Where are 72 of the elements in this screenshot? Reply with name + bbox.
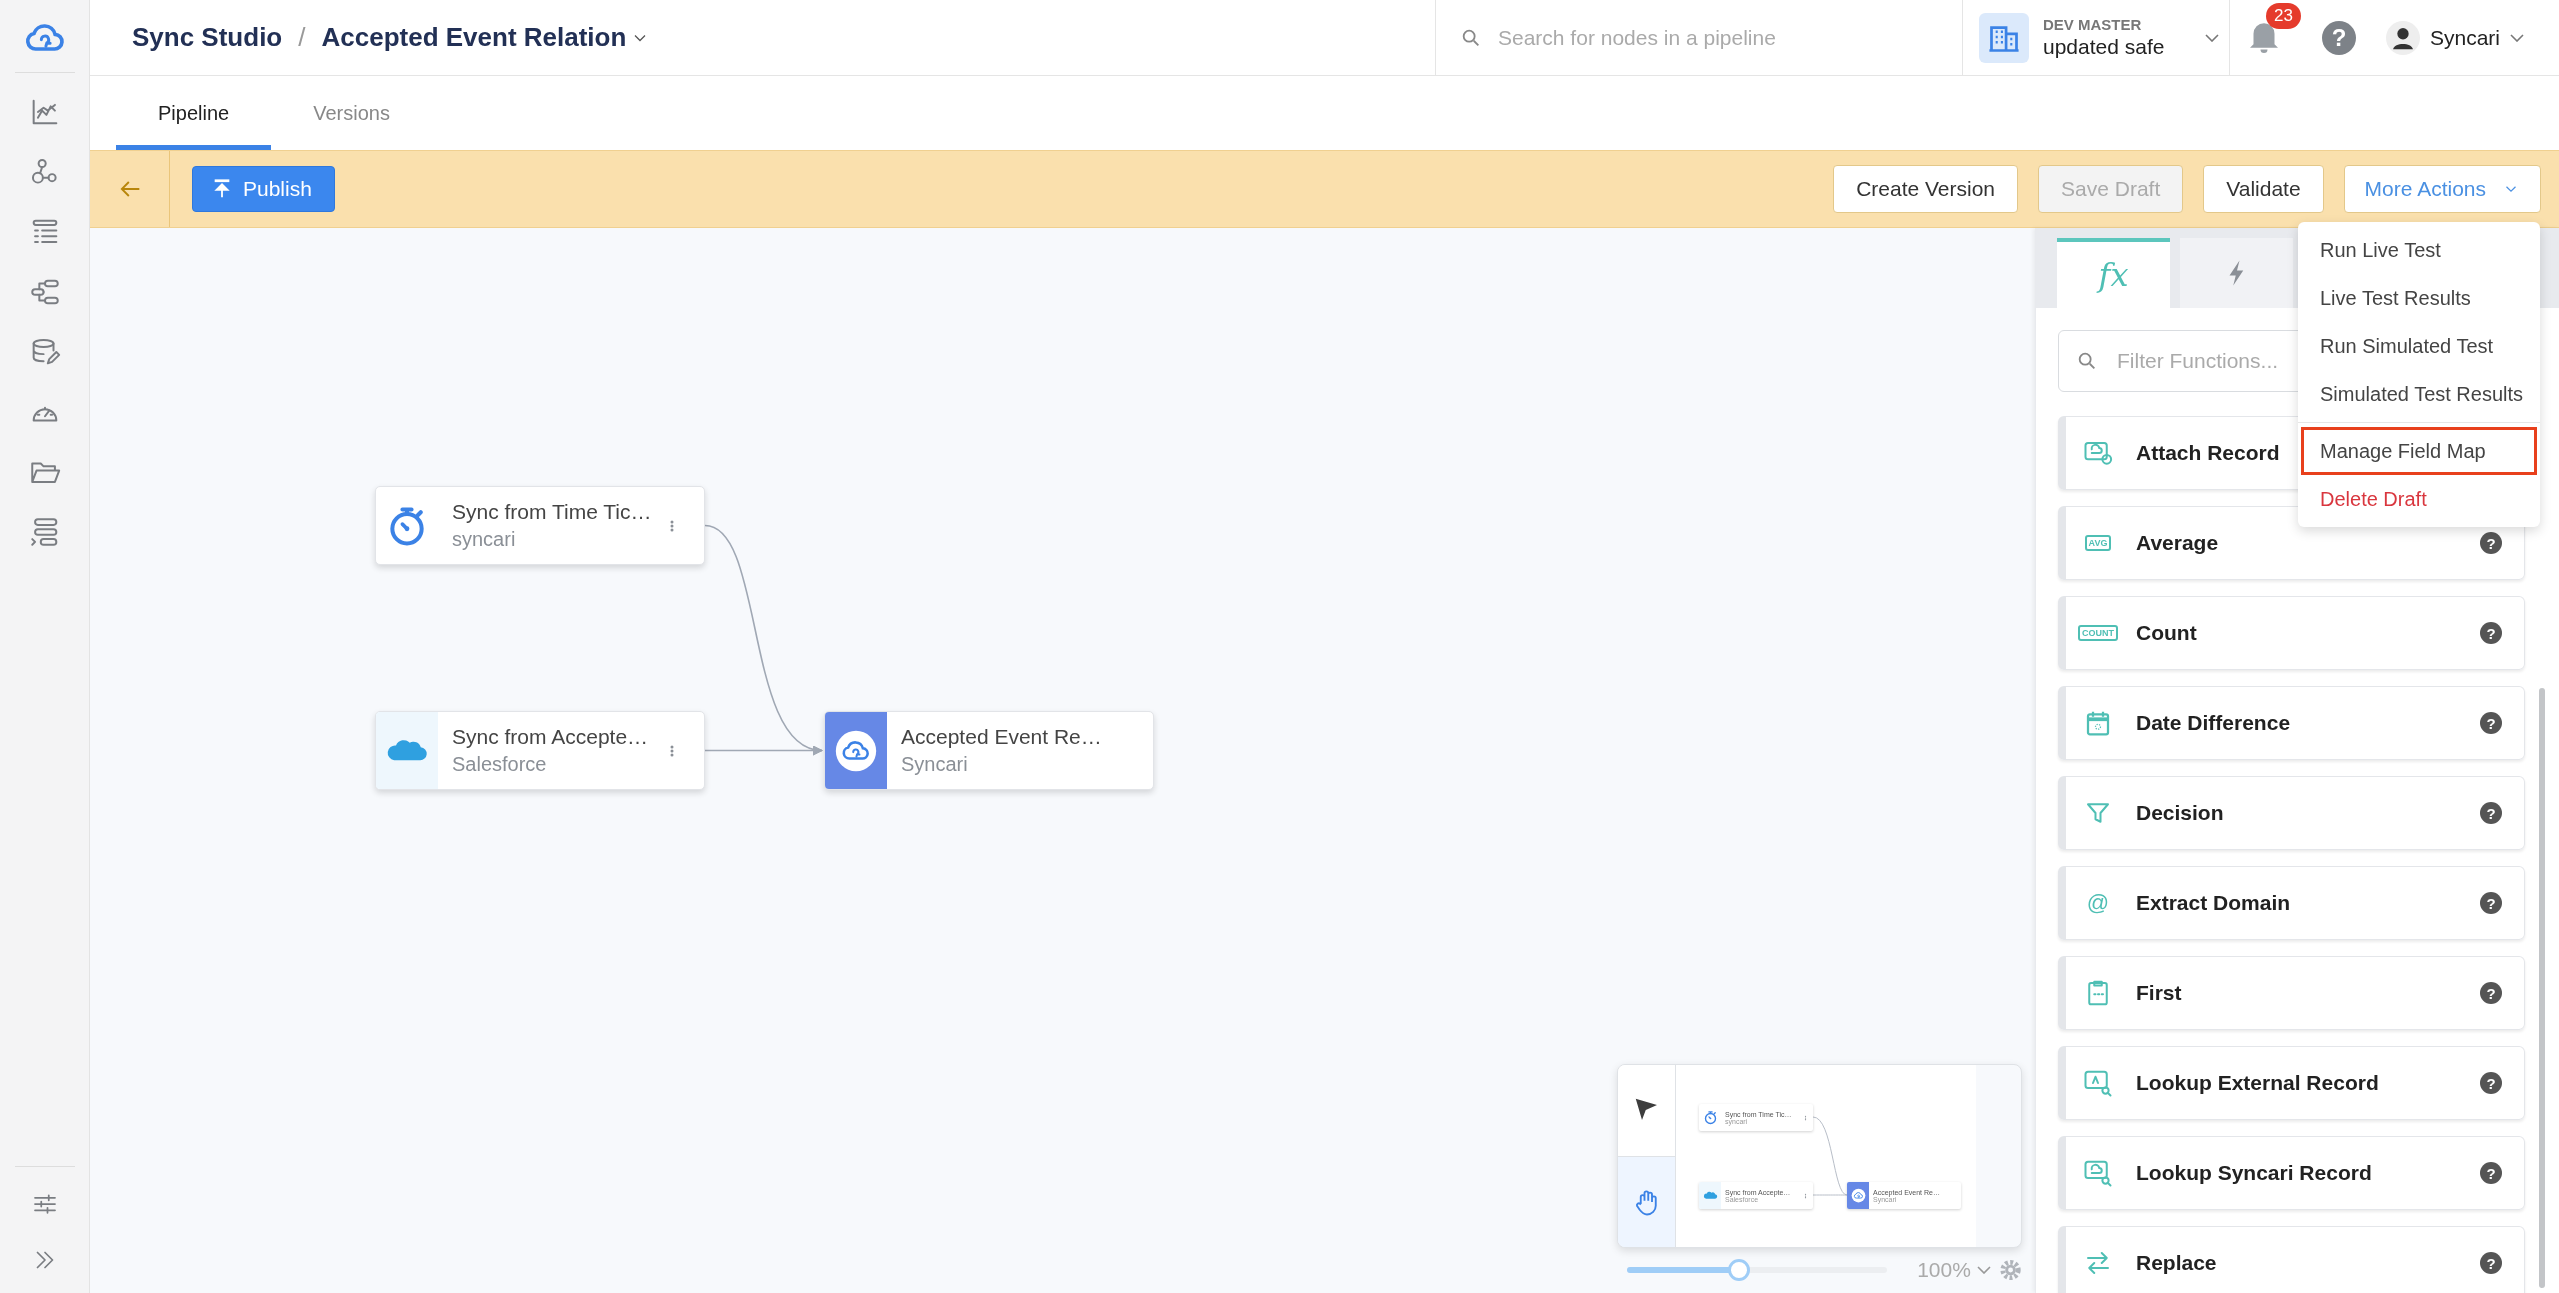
node-title: Sync from Time Tic… xyxy=(452,500,653,524)
workspace-label: DEV MASTER xyxy=(2043,16,2143,33)
help-button[interactable]: ? xyxy=(2480,892,2502,914)
function-item[interactable]: Lookup External Record ? xyxy=(2058,1046,2525,1120)
lookup-icon xyxy=(2083,1068,2113,1098)
function-badge-icon: AVG xyxy=(2084,535,2112,551)
stopwatch-icon xyxy=(1702,1110,1718,1125)
cloud-sync-icon xyxy=(834,728,878,773)
function-name: Date Difference xyxy=(2136,711,2291,735)
help-button[interactable]: ? xyxy=(2480,532,2502,554)
function-name: Lookup Syncari Record xyxy=(2136,1161,2372,1185)
zoom-slider[interactable] xyxy=(1627,1258,1888,1282)
pipeline-node[interactable]: Sync from Time Tic… syncari xyxy=(375,486,705,565)
breadcrumb-separator: / xyxy=(298,22,306,53)
function-name: Average xyxy=(2136,531,2219,555)
workspace-selector[interactable]: DEV MASTER updated safe xyxy=(1962,0,2230,75)
function-name: Extract Domain xyxy=(2136,891,2291,915)
function-name: Decision xyxy=(2136,801,2224,825)
notification-bell-icon[interactable] xyxy=(2250,22,2278,53)
function-name: Replace xyxy=(2136,1251,2217,1275)
settings-icon[interactable] xyxy=(1998,1258,2022,1282)
building-icon xyxy=(1979,12,2029,63)
node-title: Sync from Accepte… xyxy=(452,725,650,749)
notification-count-badge: 23 xyxy=(2266,2,2301,29)
node-subtitle: syncari xyxy=(452,528,517,551)
breadcrumb-link[interactable]: Sync Studio xyxy=(132,22,283,53)
help-button[interactable]: ? xyxy=(2480,1252,2502,1274)
function-name: First xyxy=(2136,981,2182,1005)
help-button[interactable]: ? xyxy=(2480,1162,2502,1184)
chevron-down-icon xyxy=(2510,33,2525,42)
menu-item[interactable]: Live Test Results xyxy=(2301,274,2537,322)
menu-item[interactable]: Run Live Test xyxy=(2301,226,2537,274)
help-button[interactable]: ? xyxy=(2480,802,2502,824)
search-field[interactable]: Search for nodes in a pipeline xyxy=(1460,17,1940,58)
node-subtitle: Syncari xyxy=(901,753,969,776)
workspace-name: updated safe xyxy=(2043,35,2166,59)
node-title: Accepted Event Re… xyxy=(901,725,1103,749)
toolbar-button[interactable]: Create Version xyxy=(1833,165,2019,213)
tab[interactable]: Versions xyxy=(271,76,432,150)
slider-thumb[interactable] xyxy=(1727,1259,1750,1281)
cloud-sync-icon xyxy=(1850,1188,1866,1203)
function-item[interactable]: COUNT Count ? xyxy=(2058,596,2525,670)
help-button[interactable]: ? xyxy=(2480,1072,2502,1094)
function-name: Count xyxy=(2136,621,2197,645)
at-sign-icon: @ xyxy=(2086,890,2110,916)
chevron-down-icon xyxy=(2205,33,2219,42)
avatar-icon xyxy=(2386,20,2420,55)
lookup-cloud-icon xyxy=(2083,1158,2113,1188)
pipeline-node[interactable]: Accepted Event Re… Syncari xyxy=(824,711,1154,790)
function-badge-icon: COUNT xyxy=(2078,625,2118,641)
function-item[interactable]: First ? xyxy=(2058,956,2525,1030)
function-item[interactable]: Date Difference ? xyxy=(2058,686,2525,760)
user-menu[interactable]: Syncari xyxy=(2386,20,2525,55)
search-icon xyxy=(2076,350,2098,372)
help-button[interactable]: ? xyxy=(2322,20,2356,55)
node-subtitle: Salesforce xyxy=(452,753,548,776)
function-item[interactable]: Lookup Syncari Record ? xyxy=(2058,1136,2525,1210)
publish-button[interactable]: Publish xyxy=(192,166,335,212)
chevron-down-icon xyxy=(1976,1266,1991,1274)
help-button[interactable]: ? xyxy=(2480,982,2502,1004)
function-item[interactable]: @ Extract Domain ? xyxy=(2058,866,2525,940)
function-name: Lookup External Record xyxy=(2136,1071,2379,1095)
function-item[interactable]: Decision ? xyxy=(2058,776,2525,850)
function-name: Attach Record xyxy=(2136,441,2280,465)
scrollbar[interactable] xyxy=(2539,688,2545,1288)
pipeline-node[interactable]: Sync from Accepte… Salesforce xyxy=(375,711,705,790)
help-button[interactable]: ? xyxy=(2480,622,2502,644)
toolbar-button[interactable]: Validate xyxy=(2203,165,2324,213)
help-button[interactable]: ? xyxy=(2480,712,2502,734)
pipeline-title[interactable]: Accepted Event Relation xyxy=(321,22,627,53)
menu-item[interactable]: Manage Field Map xyxy=(2301,427,2537,475)
function-item[interactable]: Replace ? xyxy=(2058,1226,2525,1293)
